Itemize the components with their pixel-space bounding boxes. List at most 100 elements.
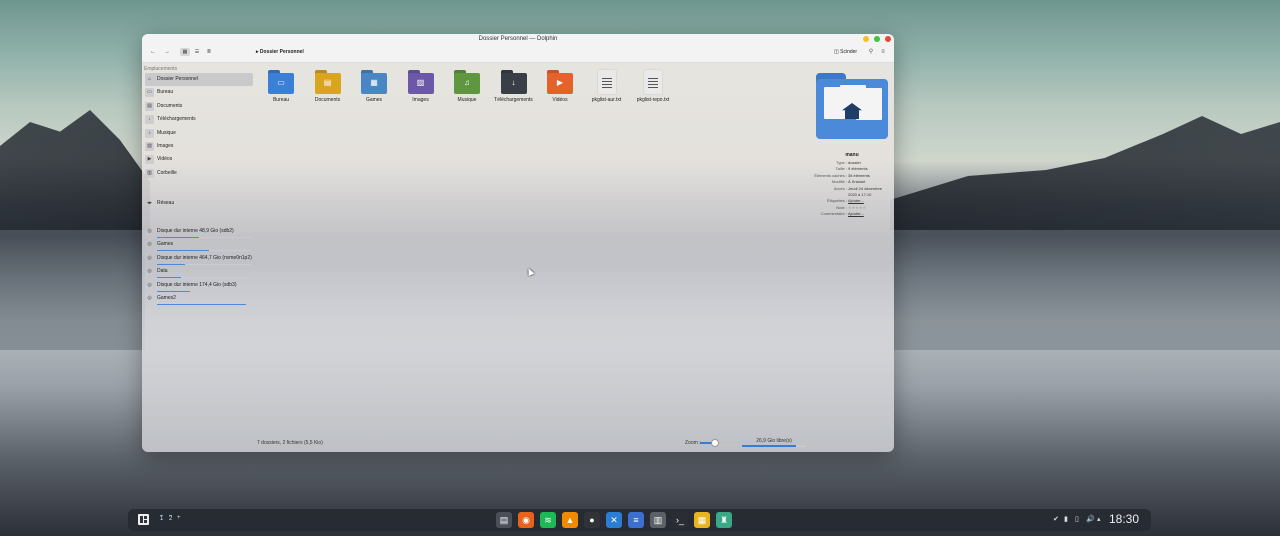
split-button[interactable]: ◫ Scinder [834, 49, 857, 55]
terminal-icon[interactable]: ›_ [672, 512, 688, 528]
maximize-button[interactable] [874, 36, 880, 42]
sidebar-item-label: Bureau [157, 89, 174, 96]
desktop-folder-icon: ▭ [268, 70, 294, 94]
forward-icon[interactable]: → [163, 48, 171, 57]
file-item[interactable]: ▤ Documents [305, 70, 351, 103]
file-item[interactable]: ↓ Téléchargements [491, 70, 537, 103]
sidebar-device[interactable]: ◎ Data [145, 265, 253, 279]
keepass-icon[interactable]: ♜ [716, 512, 732, 528]
spotify-icon[interactable]: ≋ [540, 512, 556, 528]
volume-icon[interactable]: 🔊 [1086, 515, 1095, 523]
window-title: Dossier Personnel — Dolphin [478, 36, 558, 42]
firefox-icon[interactable]: ◉ [518, 512, 534, 528]
icons-view-button[interactable]: ▦ [180, 48, 190, 56]
obs-icon[interactable]: ● [584, 512, 600, 528]
device-usage-fill [157, 304, 247, 305]
search-icon[interactable]: ⚲ [867, 48, 875, 57]
vlc-icon[interactable]: ▲ [562, 512, 578, 528]
file-item[interactable]: ▨ Images [398, 70, 444, 103]
file-name: Téléchargements [494, 97, 533, 103]
system-monitor-icon[interactable]: ▥ [650, 512, 666, 528]
sidebar-item-label: Musique [157, 129, 176, 136]
file-item[interactable]: ♫ Musique [444, 70, 490, 103]
zoom-slider-handle[interactable] [711, 439, 719, 447]
background-lake-left [0, 230, 145, 350]
tray-expand-icon[interactable]: ▴ [1097, 515, 1101, 523]
menu-icon[interactable]: ≡ [879, 48, 887, 57]
sidebar-item[interactable]: ▤ Documents [145, 100, 253, 113]
drive-icon: ◎ [147, 241, 152, 248]
sidebar-device[interactable]: ◎ Disque dur interne 464,7 Gio (nvme0n1p2… [145, 252, 253, 265]
sidebar-item[interactable]: ▶ Vidéos [145, 153, 253, 166]
file-item[interactable]: ▭ Bureau [258, 70, 304, 103]
text-file-icon [597, 70, 616, 94]
minimize-button[interactable] [863, 36, 869, 42]
details-view-button[interactable]: ≣ [204, 48, 214, 56]
file-name: Vidéos [552, 97, 568, 103]
text-editor-icon[interactable]: ≡ [628, 512, 644, 528]
sidebar-item[interactable]: ▨ Images [145, 140, 253, 153]
app-store-icon[interactable]: ▦ [694, 512, 710, 528]
window-titlebar[interactable]: Dossier Personnel — Dolphin [142, 34, 894, 44]
free-space-label: 26,9 Gio libre(s) [756, 438, 792, 444]
application-launcher-icon[interactable] [138, 514, 149, 525]
desktop-1-button[interactable]: 1 [160, 515, 164, 522]
zoom-slider[interactable] [700, 442, 740, 444]
zoom-label: Zoom : [685, 440, 701, 446]
sidebar-item-label: Dossier Personnel [157, 76, 198, 82]
file-name: Musique [457, 97, 477, 103]
sidebar-item-network[interactable]: ◂▸ Réseau [145, 197, 253, 210]
file-item[interactable]: ▦ Games [351, 70, 397, 103]
sidebar-device[interactable]: ◎ Disque dur interne 174,4 Gio (sdb3) [145, 279, 253, 292]
breadcrumb[interactable]: ▸ Dossier Personnel [256, 49, 304, 55]
file-item[interactable]: pkglist-repo.txt [630, 70, 676, 103]
rating-stars[interactable]: ★★★★★ [848, 205, 866, 210]
network-icon[interactable]: ▯ [1075, 515, 1079, 523]
sidebar-device[interactable]: ◎ Games2 [145, 292, 253, 305]
info-key: Étiquettes : [826, 198, 847, 204]
info-add-link[interactable]: Ajouter... [848, 198, 864, 203]
back-icon[interactable]: ← [149, 48, 157, 57]
drive-icon: ◎ [147, 295, 152, 301]
free-space-bar-fill [742, 445, 797, 447]
compact-view-button[interactable]: ☰ [192, 48, 202, 56]
sidebar-item-label: Documents [157, 102, 183, 109]
games-folder-icon: ▦ [361, 70, 387, 94]
home-icon: ⌂ [145, 75, 154, 84]
info-key: Commentaire : [820, 211, 847, 217]
sidebar-item-label: Images [157, 143, 174, 149]
device-usage-bar [157, 304, 251, 305]
downloads-folder-icon: ↓ [500, 70, 527, 94]
sidebar-item[interactable]: ▭ Bureau [145, 86, 253, 99]
close-button[interactable] [885, 36, 891, 42]
places-heading: Emplacements [144, 66, 178, 72]
sidebar-item[interactable]: ♪ Musique [145, 127, 253, 140]
videos-folder-icon: ▶ [547, 70, 573, 94]
sidebar-item[interactable]: ▥ Corbeille [145, 167, 253, 180]
drive-icon: ◎ [147, 254, 152, 261]
sidebar-item-label: Réseau [157, 200, 175, 206]
vpn-icon[interactable]: ✔ [1053, 515, 1059, 523]
info-add-link[interactable]: Ajouter... [848, 211, 864, 216]
info-value: Jeudi 24 décembre [848, 185, 883, 191]
files-app-icon[interactable]: ▤ [496, 512, 512, 528]
sidebar-item[interactable]: ⌂ Dossier Personnel [145, 73, 253, 86]
file-item[interactable]: ▶ Vidéos [537, 70, 583, 103]
sidebar-device[interactable]: ◎ Games [145, 238, 253, 252]
toolbar: ← → ▦ ☰ ≣ ▸ Dossier Personnel ◫ Scinder … [142, 44, 894, 63]
sidebar-item-label: Téléchargements [157, 116, 196, 123]
documents-folder-icon: ▤ [314, 70, 341, 94]
clock[interactable]: 18:30 [1109, 512, 1139, 526]
sidebar-device[interactable]: ◎ Disque dur interne 48,9 Gio (sdb2) [145, 225, 253, 238]
vscode-icon[interactable]: ✕ [606, 512, 622, 528]
file-item[interactable]: pkglist-aur.txt [584, 70, 630, 103]
battery-icon[interactable]: ▮ [1064, 515, 1068, 523]
file-name: Images [412, 97, 429, 103]
desktop-2-button[interactable]: 2 [169, 515, 173, 522]
file-name: pkglist-repo.txt [636, 97, 670, 103]
places-sidebar: Emplacements ⌂ Dossier Personnel ▭ Bureau ▤ D… [142, 63, 254, 452]
sidebar-item[interactable]: ↓ Téléchargements [145, 113, 253, 126]
info-value: 9 éléments [848, 166, 868, 172]
add-desktop-button[interactable]: + [177, 515, 181, 521]
split-label: Scinder [840, 49, 858, 55]
